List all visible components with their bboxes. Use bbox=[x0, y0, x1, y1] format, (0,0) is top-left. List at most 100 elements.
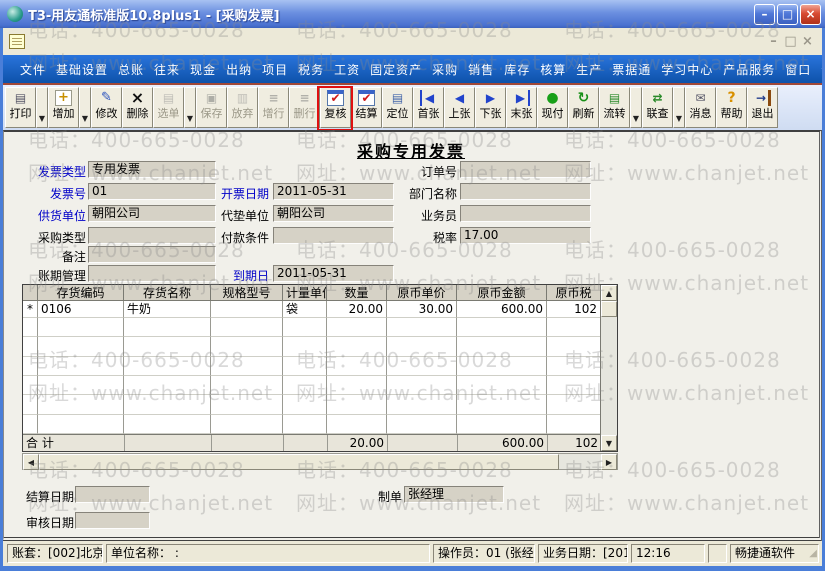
scroll-right-icon[interactable]: ▶ bbox=[601, 454, 617, 470]
settle-date-field[interactable] bbox=[75, 486, 150, 503]
scrollbar-thumb[interactable] bbox=[601, 301, 617, 317]
table-row-cell[interactable]: * bbox=[23, 301, 38, 318]
scroll-left-icon[interactable]: ◀ bbox=[23, 454, 39, 470]
menu-item-16[interactable]: 票据通 bbox=[607, 61, 656, 78]
table-row-cell[interactable] bbox=[211, 301, 283, 318]
table-header-row-cell[interactable] bbox=[23, 285, 38, 301]
invoice-type-field[interactable]: 专用发票 bbox=[88, 161, 216, 178]
mdi-restore-button[interactable]: □ bbox=[782, 34, 799, 49]
table-row-cell[interactable]: 20.00 bbox=[327, 301, 387, 318]
scroll-down-icon[interactable]: ▼ bbox=[601, 435, 617, 451]
menu-item-3[interactable]: 总账 bbox=[113, 61, 149, 78]
supplier-field[interactable]: 朝阳公司 bbox=[88, 205, 216, 222]
purchase-type-field[interactable] bbox=[88, 227, 216, 244]
tax-rate-field[interactable]: 17.00 bbox=[460, 227, 591, 244]
table-row-cell[interactable]: 30.00 bbox=[387, 301, 457, 318]
table-header-row-cell[interactable]: 原币单价 bbox=[387, 285, 457, 301]
due-date-field[interactable]: 2011-05-31 bbox=[273, 265, 394, 282]
menu-item-6[interactable]: 出纳 bbox=[221, 61, 257, 78]
toolbar-button-11[interactable]: 结算 bbox=[351, 87, 382, 128]
table-row-cell[interactable]: 袋 bbox=[283, 301, 327, 318]
menu-item-15[interactable]: 生产 bbox=[571, 61, 607, 78]
toolbar-button-2[interactable]: 增加 bbox=[48, 87, 79, 128]
credit-period-field[interactable] bbox=[88, 265, 216, 282]
toolbar-button-23[interactable]: 退出 bbox=[747, 87, 778, 128]
table-empty-row-cell bbox=[387, 357, 457, 376]
menu-item-4[interactable]: 往来 bbox=[149, 61, 185, 78]
menu-item-19[interactable]: 窗口 bbox=[780, 61, 816, 78]
table-header-row-cell[interactable]: 原币税 bbox=[547, 285, 601, 301]
menu-item-10[interactable]: 固定资产 bbox=[365, 61, 427, 78]
menu-item-11[interactable]: 采购 bbox=[427, 61, 463, 78]
toolbar-button-15[interactable]: 下张 bbox=[475, 87, 506, 128]
toolbar-button-4[interactable]: 删除 bbox=[122, 87, 153, 128]
order-no-field[interactable] bbox=[460, 161, 591, 178]
menu-item-2[interactable]: 基础设置 bbox=[51, 61, 113, 78]
menu-item-1[interactable]: 文件 bbox=[15, 61, 51, 78]
toolbar-button-14[interactable]: 上张 bbox=[444, 87, 475, 128]
table-row-cell[interactable]: 牛奶 bbox=[124, 301, 211, 318]
toolbar-button-21[interactable]: 消息 bbox=[685, 87, 716, 128]
document-icon[interactable] bbox=[9, 34, 25, 49]
remark-field[interactable] bbox=[88, 246, 216, 263]
table-row-cell[interactable]: 600.00 bbox=[457, 301, 547, 318]
toolbar-button-19[interactable]: 流转 bbox=[599, 87, 630, 128]
invoice-no-field[interactable]: 01 bbox=[88, 183, 216, 200]
salesman-field[interactable] bbox=[460, 205, 591, 222]
scrollbar-thumb[interactable] bbox=[39, 454, 559, 470]
table-empty-row-cell bbox=[124, 337, 211, 356]
table-vertical-scrollbar[interactable]: ▲▼ bbox=[600, 285, 617, 451]
toolbar-button-3[interactable]: 修改 bbox=[91, 87, 122, 128]
toolbar-button-10[interactable]: 复核 bbox=[320, 87, 351, 128]
dept-name-field[interactable] bbox=[460, 183, 591, 200]
dropdown-arrow-icon[interactable]: ▼ bbox=[630, 87, 642, 128]
table-header-row-cell[interactable]: 原币金额 bbox=[457, 285, 547, 301]
menu-item-18[interactable]: 产品服务 bbox=[718, 61, 780, 78]
table-header-row-cell[interactable]: 规格型号 bbox=[211, 285, 283, 301]
toolbar-button-16[interactable]: 末张 bbox=[506, 87, 537, 128]
scroll-up-icon[interactable]: ▲ bbox=[601, 285, 617, 301]
audit-date-field[interactable] bbox=[75, 512, 150, 529]
maximize-button[interactable]: □ bbox=[777, 4, 798, 25]
toolbar-button-8: 增行 bbox=[258, 87, 289, 128]
toolbar-button-13[interactable]: 首张 bbox=[413, 87, 444, 128]
menu-item-8[interactable]: 税务 bbox=[293, 61, 329, 78]
menu-item-20[interactable]: 帮助 bbox=[816, 61, 822, 78]
menu-item-7[interactable]: 项目 bbox=[257, 61, 293, 78]
menu-item-9[interactable]: 工资 bbox=[329, 61, 365, 78]
menu-item-12[interactable]: 销售 bbox=[463, 61, 499, 78]
toolbar-button-17[interactable]: 现付 bbox=[537, 87, 568, 128]
minimize-button[interactable]: – bbox=[754, 4, 775, 25]
table-row-cell[interactable]: 102 bbox=[547, 301, 601, 318]
table-empty-row-cell bbox=[211, 318, 283, 337]
agent-unit-field[interactable]: 朝阳公司 bbox=[273, 205, 394, 222]
dropdown-arrow-icon[interactable]: ▼ bbox=[36, 87, 48, 128]
menu-item-14[interactable]: 核算 bbox=[535, 61, 571, 78]
table-header-row-cell[interactable]: 存货名称 bbox=[124, 285, 211, 301]
mdi-minimize-button[interactable]: – bbox=[765, 34, 782, 49]
menu-item-17[interactable]: 学习中心 bbox=[656, 61, 718, 78]
payment-terms-field[interactable] bbox=[273, 227, 394, 244]
dropdown-arrow-icon[interactable]: ▼ bbox=[673, 87, 685, 128]
toolbar-button-12[interactable]: 定位 bbox=[382, 87, 413, 128]
table-header-row-cell[interactable]: 计量单位 bbox=[283, 285, 327, 301]
toolbar-button-18[interactable]: 刷新 bbox=[568, 87, 599, 128]
close-button[interactable]: × bbox=[800, 4, 821, 25]
table-empty-row-cell bbox=[547, 357, 601, 376]
resize-grip[interactable]: ◢ bbox=[809, 545, 817, 562]
table-horizontal-scrollbar[interactable]: ◀ ▶ bbox=[22, 453, 618, 470]
dropdown-arrow-icon[interactable]: ▼ bbox=[79, 87, 91, 128]
toolbar-button-1[interactable]: 打印 bbox=[5, 87, 36, 128]
table-header-row-cell[interactable]: 数量 bbox=[327, 285, 387, 301]
table-header-row-cell[interactable]: 存货编码 bbox=[38, 285, 124, 301]
menu-item-5[interactable]: 现金 bbox=[185, 61, 221, 78]
table-empty-row-cell bbox=[283, 318, 327, 337]
menu-item-13[interactable]: 库存 bbox=[499, 61, 535, 78]
toolbar-button-22[interactable]: 帮助 bbox=[716, 87, 747, 128]
toolbar-button-20[interactable]: 联查 bbox=[642, 87, 673, 128]
mdi-close-button[interactable]: × bbox=[799, 34, 816, 49]
print-icon bbox=[12, 90, 29, 106]
table-row-cell[interactable]: 0106 bbox=[38, 301, 124, 318]
invoice-date-field[interactable]: 2011-05-31 bbox=[273, 183, 394, 200]
creator-field[interactable]: 张经理 bbox=[404, 486, 504, 503]
